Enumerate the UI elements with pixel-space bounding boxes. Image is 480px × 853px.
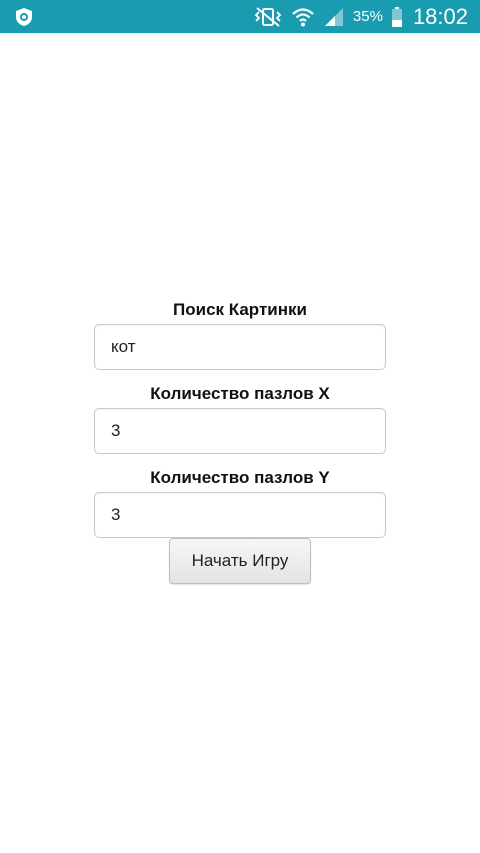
vibrate-mute-icon [253,6,283,28]
battery-percent: 35% [352,8,383,25]
puzzle-settings-form: Поиск Картинки Количество пазлов X Колич… [0,296,480,584]
puzzles-x-label: Количество пазлов X [150,384,330,403]
app-notification-icon [14,7,34,27]
status-bar: 35% 18:02 [0,0,480,33]
search-label: Поиск Картинки [173,300,307,319]
puzzles-x-input[interactable] [94,408,386,454]
puzzles-y-input[interactable] [94,492,386,538]
signal-icon [323,6,345,28]
wifi-icon [291,6,315,28]
clock: 18:02 [412,3,468,29]
status-icons: 35% 18:02 [253,0,468,33]
search-input[interactable] [94,324,386,370]
battery-icon [391,6,403,28]
start-game-button[interactable]: Начать Игру [169,538,311,584]
puzzles-y-label: Количество пазлов Y [150,468,330,487]
